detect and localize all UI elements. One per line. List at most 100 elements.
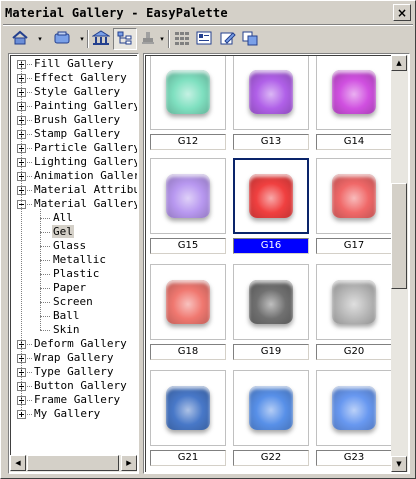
tree-connector bbox=[27, 372, 32, 373]
tree-view-icon bbox=[116, 30, 134, 49]
material-thumbnail[interactable] bbox=[233, 158, 309, 234]
tree-item-category[interactable]: Paper bbox=[52, 281, 87, 295]
tree-connector bbox=[27, 162, 32, 163]
material-caption: G12 bbox=[150, 134, 226, 150]
copy-button[interactable] bbox=[239, 28, 261, 50]
tree-item-category[interactable]: Ball bbox=[52, 309, 81, 323]
tree-item-label: Deform Gallery bbox=[34, 337, 127, 350]
scroll-right-button[interactable]: ▶ bbox=[121, 455, 137, 471]
tree-view-button[interactable] bbox=[113, 28, 137, 50]
tree-item-label: My Gallery bbox=[34, 407, 101, 420]
grid-view-button[interactable] bbox=[171, 28, 193, 50]
material-caption: G20 bbox=[316, 344, 392, 360]
tree-item-gallery[interactable]: Stamp Gallery bbox=[33, 127, 121, 141]
tree-item-gallery[interactable]: Style Gallery bbox=[33, 85, 121, 99]
tree-item-gallery[interactable]: Wrap Gallery bbox=[33, 351, 114, 365]
tree-item-category[interactable]: Skin bbox=[52, 323, 81, 337]
chevron-down-icon[interactable]: ▾ bbox=[77, 28, 87, 50]
tree-item-category[interactable]: Gel bbox=[52, 225, 74, 239]
tree-connector bbox=[27, 358, 32, 359]
gallery-tree-panel: Fill Gallery Effect Gallery Style Gallery P… bbox=[8, 53, 139, 474]
tree-item-gallery[interactable]: Particle Gallery bbox=[33, 141, 137, 155]
gel-swatch bbox=[249, 386, 293, 430]
tree-item-category[interactable]: Glass bbox=[52, 239, 87, 253]
scroll-up-button[interactable]: ▲ bbox=[391, 55, 407, 71]
tree-item-category[interactable]: Plastic bbox=[52, 267, 100, 281]
gallery-tree[interactable]: Fill Gallery Effect Gallery Style Gallery P… bbox=[10, 55, 137, 455]
tree-item-gallery[interactable]: Deform Gallery bbox=[33, 337, 128, 351]
material-thumbnail[interactable] bbox=[150, 264, 226, 340]
bank-button[interactable] bbox=[89, 28, 113, 50]
tree-item-category[interactable]: Metallic bbox=[52, 253, 107, 267]
tree-item-gallery[interactable]: Button Gallery bbox=[33, 379, 128, 393]
tree-item-category[interactable]: Screen bbox=[52, 295, 94, 309]
gel-swatch bbox=[249, 174, 293, 218]
tree-item-label: Effect Gallery bbox=[34, 71, 127, 84]
gallery-vertical-scrollbar[interactable]: ▲ ▼ bbox=[391, 55, 408, 472]
material-thumbnail[interactable] bbox=[316, 264, 392, 340]
tree-horizontal-scrollbar[interactable]: ◀ ▶ bbox=[10, 455, 137, 472]
close-button[interactable]: × bbox=[393, 4, 411, 21]
tree-item-label: Particle Gallery bbox=[34, 141, 137, 154]
tree-item-gallery[interactable]: Effect Gallery bbox=[33, 71, 128, 85]
card-view-icon bbox=[195, 30, 213, 49]
material-thumbnail[interactable] bbox=[233, 370, 309, 446]
gel-swatch bbox=[249, 70, 293, 114]
title-separator bbox=[3, 24, 413, 26]
tree-connector bbox=[27, 344, 32, 345]
material-thumbnail[interactable] bbox=[316, 370, 392, 446]
scroll-down-button[interactable]: ▼ bbox=[391, 456, 407, 472]
material-caption: G19 bbox=[233, 344, 309, 360]
material-thumbnail[interactable] bbox=[316, 56, 392, 130]
tree-connector bbox=[27, 400, 32, 401]
tree-item-gallery[interactable]: Material Gallery bbox=[33, 197, 137, 211]
stamp-button[interactable] bbox=[139, 28, 157, 50]
palette-button[interactable] bbox=[51, 28, 73, 50]
material-thumbnail[interactable] bbox=[233, 56, 309, 130]
card-view-button[interactable] bbox=[193, 28, 215, 50]
chevron-down-icon[interactable]: ▾ bbox=[35, 28, 45, 50]
tree-connector bbox=[27, 120, 32, 121]
tree-item-label: Stamp Gallery bbox=[34, 127, 121, 140]
tree-item-gallery[interactable]: Painting Gallery bbox=[33, 99, 137, 113]
tree-item-label: Paper bbox=[53, 281, 87, 294]
horizontal-scroll-thumb[interactable] bbox=[27, 455, 119, 471]
material-caption: G23 bbox=[316, 450, 392, 466]
material-thumbnail[interactable] bbox=[316, 158, 392, 234]
tree-item-category[interactable]: All bbox=[52, 211, 74, 225]
material-thumbnail[interactable] bbox=[150, 158, 226, 234]
tree-item-label: Type Gallery bbox=[34, 365, 114, 378]
scroll-left-button[interactable]: ◀ bbox=[10, 455, 26, 471]
material-thumbnail[interactable] bbox=[150, 56, 226, 130]
material-thumbnail[interactable] bbox=[150, 370, 226, 446]
tree-item-gallery[interactable]: Fill Gallery bbox=[33, 57, 114, 71]
gel-swatch bbox=[332, 70, 376, 114]
tree-item-label: Animation Gallery bbox=[34, 169, 137, 182]
tree-item-label: Skin bbox=[53, 323, 80, 336]
tree-item-gallery[interactable]: Type Gallery bbox=[33, 365, 114, 379]
tree-connector bbox=[27, 176, 32, 177]
tree-item-gallery[interactable]: Animation Gallery bbox=[33, 169, 137, 183]
edit-button[interactable] bbox=[217, 28, 239, 50]
tree-connector bbox=[40, 246, 50, 247]
edit-icon bbox=[219, 30, 237, 49]
tree-item-label: Metallic bbox=[53, 253, 106, 266]
tree-item-gallery[interactable]: Frame Gallery bbox=[33, 393, 121, 407]
chevron-down-icon[interactable]: ▾ bbox=[157, 28, 167, 50]
tree-item-label: All bbox=[53, 211, 73, 224]
tree-connector bbox=[27, 148, 32, 149]
tree-item-label: Lighting Gallery bbox=[34, 155, 137, 168]
gel-swatch bbox=[166, 174, 210, 218]
title-bar[interactable]: Material Gallery - EasyPalette × bbox=[3, 3, 413, 23]
vertical-scroll-thumb[interactable] bbox=[391, 183, 407, 289]
material-thumbnail[interactable] bbox=[233, 264, 309, 340]
tree-item-gallery[interactable]: Material Attribute bbox=[33, 183, 137, 197]
expand-icon[interactable] bbox=[17, 410, 26, 419]
tree-connector bbox=[40, 330, 50, 331]
tree-item-gallery[interactable]: Lighting Gallery bbox=[33, 155, 137, 169]
gallery-home-button[interactable] bbox=[9, 28, 31, 50]
tree-item-gallery[interactable]: My Gallery bbox=[33, 407, 101, 421]
tree-item-gallery[interactable]: Brush Gallery bbox=[33, 113, 121, 127]
tree-connector bbox=[27, 64, 32, 65]
material-caption: G18 bbox=[150, 344, 226, 360]
